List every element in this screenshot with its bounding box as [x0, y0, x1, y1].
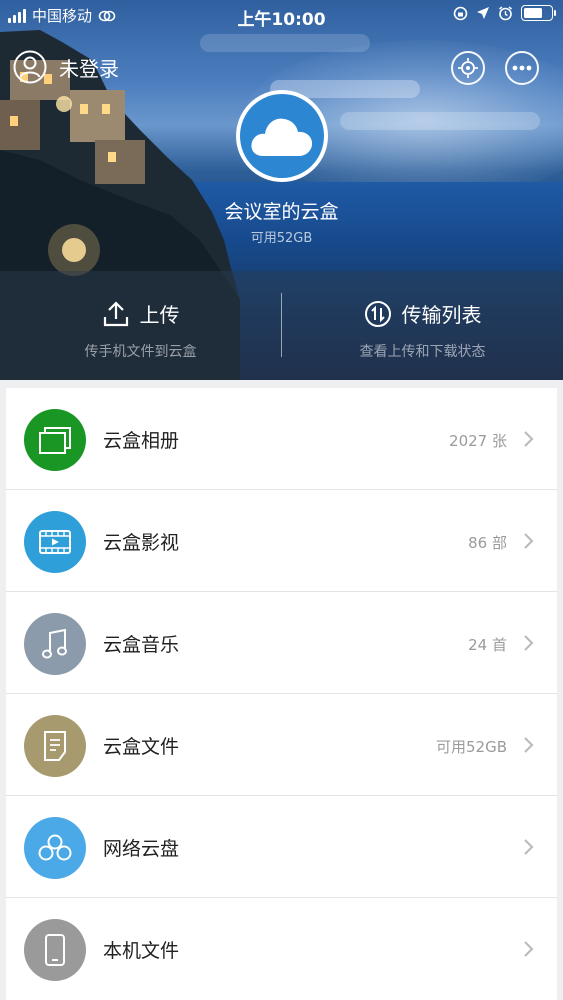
- status-right: [453, 5, 556, 21]
- menu-label: 云盒相册: [103, 430, 180, 452]
- chevron-right-icon: [524, 431, 534, 447]
- menu-label: 云盒文件: [103, 736, 180, 758]
- chevron-right-icon: [524, 737, 534, 753]
- phone-icon: [24, 919, 86, 981]
- login-entry[interactable]: 未登录: [13, 50, 119, 84]
- action-bar: 上传 传手机文件到云盒 传输列表 查看上传和下载状态: [0, 271, 563, 380]
- settings-button[interactable]: [451, 51, 485, 85]
- film-icon: [24, 511, 86, 573]
- user-avatar-icon: [13, 50, 47, 84]
- menu-capacity: 可用52GB: [435, 738, 507, 756]
- chevron-right-icon: [524, 533, 534, 549]
- box-capacity: 可用52GB: [250, 231, 313, 246]
- menu-label: 云盒音乐: [103, 634, 180, 656]
- cloud-icon: [251, 118, 313, 156]
- menu-item-local-files[interactable]: 本机文件: [6, 898, 557, 1000]
- upload-icon: [103, 300, 128, 326]
- upload-title: 上传: [139, 303, 180, 327]
- cloud-streak: [340, 112, 540, 130]
- chevron-right-icon: [524, 839, 534, 855]
- menu-count: 86 部: [468, 534, 507, 552]
- chevron-right-icon: [524, 941, 534, 957]
- location-icon: [477, 7, 489, 19]
- hero-banner: 中国移动 上午10:00 未登录 会议室的云盒 可用52GB 上传 传手机文件到…: [0, 0, 563, 380]
- target-gear-icon: [458, 58, 478, 78]
- menu-item-movies[interactable]: 云盒影视 86 部: [6, 490, 557, 592]
- menu-item-files[interactable]: 云盒文件 可用52GB: [6, 694, 557, 796]
- rotation-lock-icon: [453, 6, 468, 20]
- menu-list: 云盒相册 2027 张 云盒影视 86 部 云盒音乐 24 首 云盒文件 可用5…: [6, 388, 557, 1000]
- menu-label: 本机文件: [103, 940, 180, 962]
- menu-item-network-disk[interactable]: 网络云盘: [6, 796, 557, 898]
- cloud-link-icon: [24, 817, 86, 879]
- login-label: 未登录: [59, 56, 119, 81]
- menu-label: 云盒影视: [103, 532, 180, 554]
- upload-subtitle: 传手机文件到云盒: [84, 344, 197, 360]
- more-button[interactable]: [505, 51, 539, 85]
- photo-album-icon: [24, 409, 86, 471]
- cloud-box-logo: [236, 90, 328, 182]
- battery-icon: [521, 5, 556, 21]
- more-dots-icon: [512, 65, 532, 71]
- menu-label: 网络云盘: [103, 838, 180, 860]
- transfer-list-action[interactable]: 传输列表 查看上传和下载状态: [282, 271, 563, 380]
- alarm-icon: [499, 5, 512, 20]
- menu-item-photo-album[interactable]: 云盒相册 2027 张: [6, 388, 557, 490]
- transfer-title: 传输列表: [401, 303, 482, 327]
- menu-count: 24 首: [468, 636, 507, 654]
- upload-action[interactable]: 上传 传手机文件到云盒: [0, 271, 281, 380]
- music-note-icon: [24, 613, 86, 675]
- status-bar: 中国移动 上午10:00: [0, 0, 563, 30]
- box-name: 会议室的云盒: [224, 201, 339, 223]
- menu-item-music[interactable]: 云盒音乐 24 首: [6, 592, 557, 694]
- menu-count: 2027 张: [449, 432, 507, 450]
- transfer-subtitle: 查看上传和下载状态: [359, 344, 486, 360]
- document-icon: [24, 715, 86, 777]
- chevron-right-icon: [524, 635, 534, 651]
- transfer-icon: [364, 300, 391, 327]
